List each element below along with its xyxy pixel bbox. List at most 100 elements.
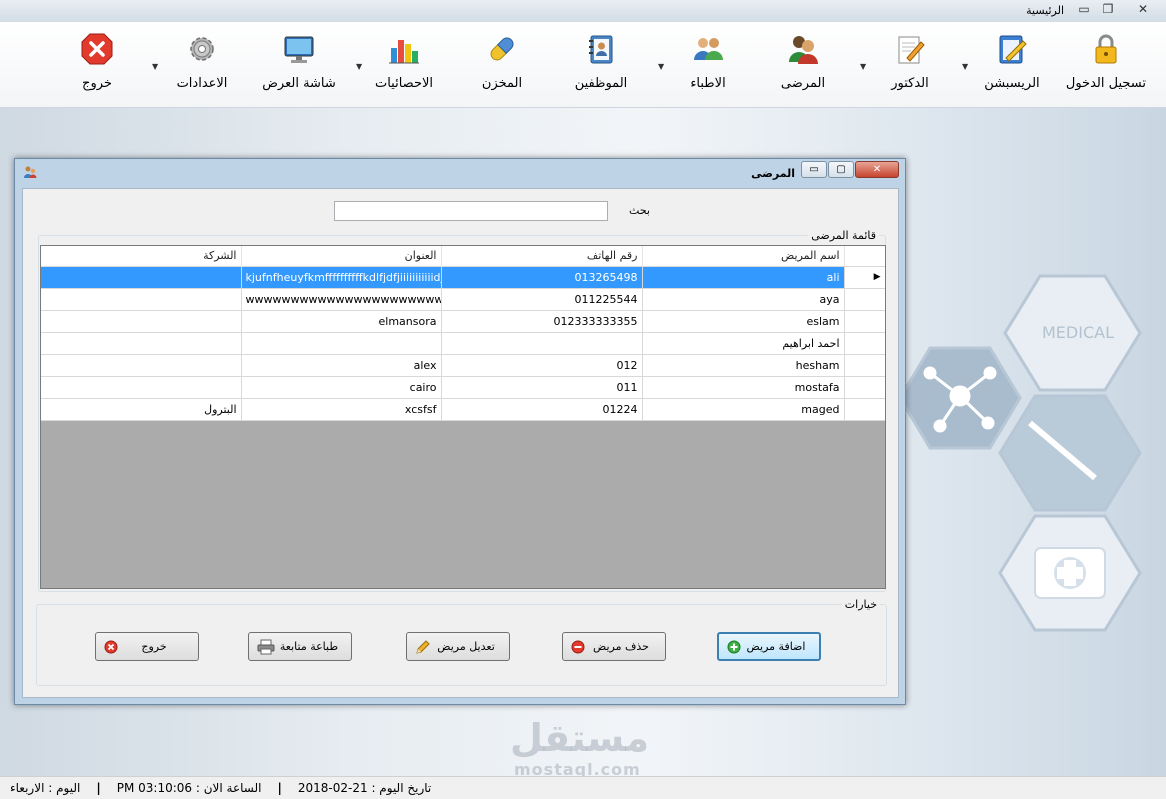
table-row[interactable]: البترول xcsfsf 01224 maged — [41, 398, 885, 421]
dialog-close-button[interactable]: ✕ — [855, 161, 899, 178]
close-button[interactable]: ✕ — [1120, 0, 1166, 18]
cell-phone[interactable]: 012333333355 — [441, 310, 643, 333]
row-header[interactable] — [844, 332, 885, 355]
employees-button[interactable]: الموظفين — [568, 32, 634, 98]
cell-address[interactable]: wwwwwwwwwwwwwwwwwwwwwwwww... — [241, 288, 442, 311]
cell-phone[interactable]: 011 — [441, 376, 643, 399]
status-separator: | — [96, 781, 101, 795]
bar-chart-icon — [389, 40, 419, 64]
settings-label: الاعدادات — [176, 76, 228, 91]
options-group-title: خيارات — [841, 598, 880, 611]
cell-company[interactable] — [41, 288, 242, 311]
status-day-label: اليوم : — [48, 781, 81, 795]
table-row[interactable]: elmansora 012333333355 eslam — [41, 310, 885, 333]
status-day: اليوم : الاربعاء — [0, 781, 90, 795]
patients-list-group: قائمة المرضى الشركة العنوان رقم الهاتف ا… — [38, 229, 886, 592]
reception-dropdown-caret[interactable]: ▼ — [962, 62, 968, 71]
exit-dialog-button[interactable]: خروج — [95, 632, 199, 661]
minimize-button[interactable]: ▭ — [1072, 0, 1096, 18]
row-header[interactable] — [844, 398, 885, 421]
patients-window-titlebar[interactable]: المرضى ▭ ▢ ✕ — [15, 159, 905, 187]
row-header[interactable] — [844, 288, 885, 311]
document-edit-icon — [898, 36, 925, 64]
row-header[interactable] — [844, 354, 885, 377]
dialog-maximize-button[interactable]: ▢ — [828, 161, 854, 178]
login-button[interactable]: تسجيل الدخول — [1066, 32, 1146, 98]
app-icon — [24, 166, 37, 178]
edit-patient-label: تعديل مريض — [437, 640, 495, 653]
cell-address[interactable]: kjufnfheuyfkmffffffffffkdlfjdfjiiiiiiiii… — [241, 266, 442, 289]
cell-address[interactable] — [241, 332, 442, 355]
column-header-address[interactable]: العنوان — [241, 246, 442, 267]
cell-company[interactable]: البترول — [41, 398, 242, 421]
print-followup-button[interactable]: طباعة متابعة — [248, 632, 352, 661]
settings-dropdown-caret[interactable]: ▼ — [152, 62, 158, 71]
cell-address[interactable]: alex — [241, 354, 442, 377]
display-screen-label: شاشة العرض — [262, 76, 336, 91]
table-row[interactable]: alex 012 hesham — [41, 354, 885, 377]
reception-button[interactable]: الريسبشن — [978, 32, 1046, 98]
column-header-name[interactable]: اسم المريض — [642, 246, 845, 267]
cell-name[interactable]: mostafa — [642, 376, 845, 399]
patients-grid[interactable]: الشركة العنوان رقم الهاتف اسم المريض kju… — [40, 245, 886, 589]
cell-name[interactable]: ali — [642, 266, 845, 289]
cell-phone[interactable]: 011225544 — [441, 288, 643, 311]
doctor-dropdown-caret[interactable]: ▼ — [860, 62, 866, 71]
cell-company[interactable] — [41, 310, 242, 333]
cell-name[interactable]: eslam — [642, 310, 845, 333]
cell-address[interactable]: elmansora — [241, 310, 442, 333]
table-row[interactable]: wwwwwwwwwwwwwwwwwwwwwwwww...011225544aya — [41, 288, 885, 311]
close-red-icon — [81, 33, 113, 65]
exit-dialog-label: خروج — [141, 640, 167, 653]
status-separator: | — [277, 781, 282, 795]
cell-phone[interactable]: 013265498 — [441, 266, 643, 289]
users-icon — [694, 38, 723, 60]
column-header-phone[interactable]: رقم الهاتف — [441, 246, 643, 267]
cell-name[interactable]: hesham — [642, 354, 845, 377]
cell-phone[interactable] — [441, 332, 643, 355]
column-header-company[interactable]: الشركة — [41, 246, 242, 267]
statistics-dropdown-caret[interactable]: ▼ — [356, 62, 362, 71]
cell-name[interactable]: احمد ابراهيم — [642, 332, 845, 355]
row-header[interactable]: ▶ — [844, 266, 885, 289]
row-header[interactable] — [844, 310, 885, 333]
people-icon — [789, 36, 818, 64]
row-header-corner — [844, 246, 885, 267]
patients-list-group-title: قائمة المرضى — [808, 229, 879, 242]
status-bar: تاريخ اليوم : 2018-02-21 | الساعة الان :… — [0, 776, 1166, 799]
main-toolbar: تسجيل الدخول ▼ الريسبشن ▼ الدكتور المرضى… — [0, 22, 1166, 108]
cell-company[interactable] — [41, 332, 242, 355]
cell-phone[interactable]: 01224 — [441, 398, 643, 421]
status-date-value: 2018-02-21 — [297, 781, 368, 795]
dialog-minimize-button[interactable]: ▭ — [801, 161, 827, 178]
cell-name[interactable]: aya — [642, 288, 845, 311]
doctor-button[interactable]: الدكتور — [878, 32, 942, 98]
close-red-icon — [104, 640, 118, 653]
login-label: تسجيل الدخول — [1065, 76, 1146, 91]
store-button[interactable]: المخزن — [470, 32, 534, 98]
display-screen-button[interactable]: شاشة العرض — [258, 32, 340, 98]
doctors-dropdown-caret[interactable]: ▼ — [658, 62, 664, 71]
edit-patient-button[interactable]: تعديل مريض — [406, 632, 510, 661]
restore-button[interactable]: ❐ — [1096, 0, 1120, 18]
watermark: مستقل mostaql.com — [510, 716, 649, 779]
exit-app-button[interactable]: خروج — [72, 32, 122, 98]
search-input[interactable] — [334, 201, 608, 221]
patients-button[interactable]: المرضى — [772, 32, 834, 98]
statistics-button[interactable]: الاحصائيات — [370, 32, 438, 98]
cell-phone[interactable]: 012 — [441, 354, 643, 377]
add-patient-button[interactable]: اضافة مريض — [717, 632, 821, 661]
cell-company[interactable] — [41, 376, 242, 399]
cell-address[interactable]: cairo — [241, 376, 442, 399]
row-header[interactable] — [844, 376, 885, 399]
cell-company[interactable] — [41, 354, 242, 377]
table-row[interactable]: cairo 011 mostafa — [41, 376, 885, 399]
table-row[interactable]: kjufnfheuyfkmffffffffffkdlfjdfjiiiiiiiii… — [41, 266, 885, 289]
delete-patient-button[interactable]: حذف مريض — [562, 632, 666, 661]
doctors-button[interactable]: الاطباء — [676, 32, 740, 98]
settings-button[interactable]: الاعدادات — [170, 32, 234, 98]
cell-address[interactable]: xcsfsf — [241, 398, 442, 421]
cell-name[interactable]: maged — [642, 398, 845, 421]
cell-company[interactable] — [41, 266, 242, 289]
table-row[interactable]: احمد ابراهيم — [41, 332, 885, 355]
